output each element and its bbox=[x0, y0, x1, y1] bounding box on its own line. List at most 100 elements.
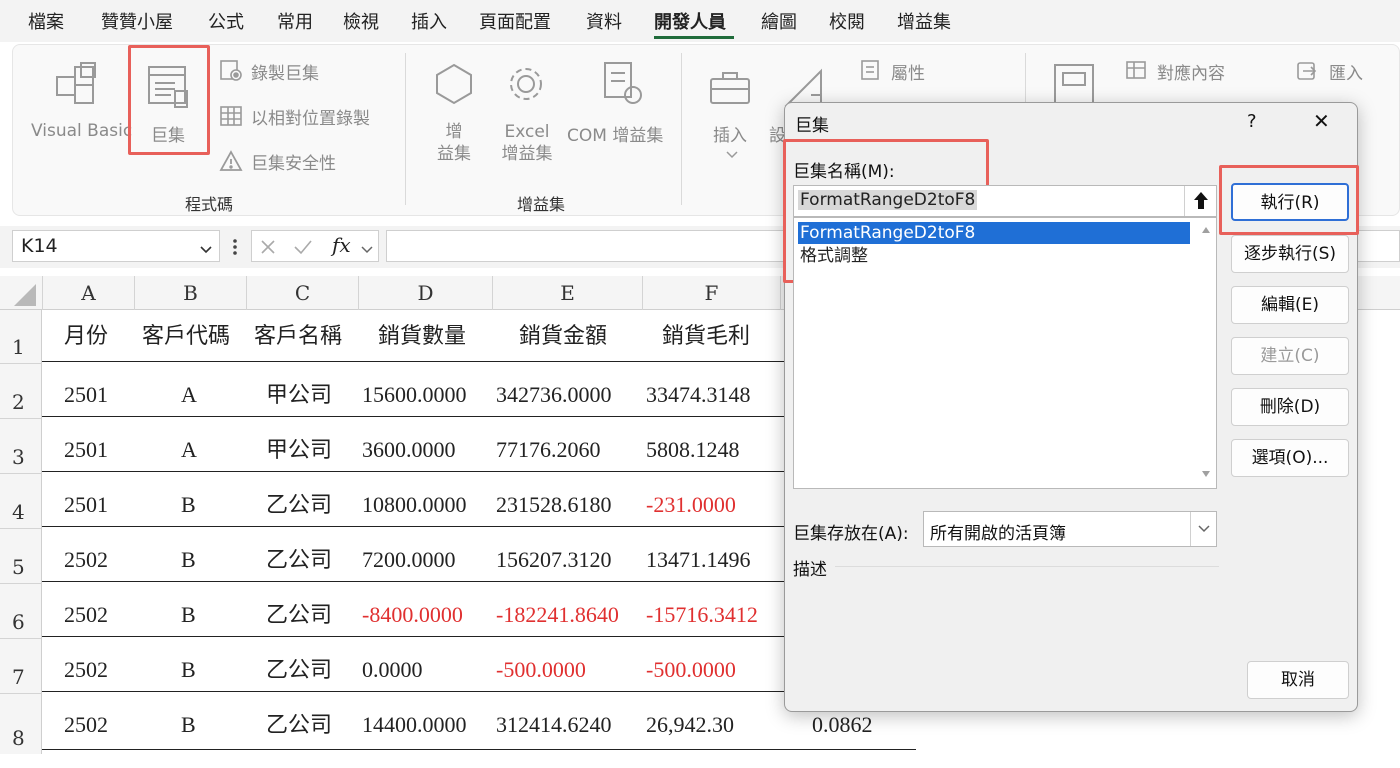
insert-control-button[interactable]: 插入 bbox=[713, 121, 747, 146]
cell-header-customer-code[interactable]: 客戶代碼 bbox=[142, 306, 230, 361]
tab-data[interactable]: 資料 bbox=[586, 8, 622, 34]
tab-zanzan[interactable]: 贊贊小屋 bbox=[101, 8, 173, 34]
table-cell[interactable]: 15600.0000 bbox=[362, 364, 467, 419]
insert-function-button[interactable]: fx bbox=[332, 233, 351, 257]
edit-button[interactable]: 編輯(E) bbox=[1231, 286, 1349, 324]
map-properties-button[interactable]: 對應內容 bbox=[1157, 59, 1225, 84]
table-cell[interactable]: 33474.3148 bbox=[646, 364, 751, 419]
addins-button[interactable]: 增 益集 bbox=[429, 121, 479, 165]
macro-name-input[interactable]: FormatRangeD2toF8 bbox=[793, 185, 1217, 217]
table-cell[interactable]: 乙公司 bbox=[266, 529, 332, 584]
tab-draw[interactable]: 繪圖 bbox=[761, 8, 797, 34]
tab-home[interactable]: 常用 bbox=[277, 8, 313, 34]
list-item[interactable]: FormatRangeD2toF8 bbox=[798, 222, 1190, 244]
import-button[interactable]: 匯入 bbox=[1329, 59, 1363, 84]
com-addins-button[interactable]: COM 增益集 bbox=[567, 121, 663, 146]
table-cell-negative[interactable]: -8400.0000 bbox=[362, 584, 463, 639]
cancel-icon[interactable] bbox=[258, 237, 278, 261]
macros-button[interactable]: 巨集 bbox=[151, 121, 185, 146]
table-cell-negative[interactable]: -500.0000 bbox=[496, 639, 586, 694]
table-cell[interactable]: 2501 bbox=[64, 419, 108, 474]
row-header-7[interactable]: 7 bbox=[0, 639, 42, 694]
record-macro-button[interactable]: 錄製巨集 bbox=[251, 59, 319, 84]
tab-developer[interactable]: 開發人員 bbox=[654, 8, 726, 34]
table-cell[interactable]: 14400.0000 bbox=[362, 694, 467, 749]
table-cell[interactable]: B bbox=[181, 529, 196, 584]
cell-header-sales-qty[interactable]: 銷貨數量 bbox=[378, 306, 466, 361]
table-cell[interactable]: B bbox=[181, 694, 196, 749]
tab-formulas[interactable]: 公式 bbox=[208, 8, 244, 34]
tab-review[interactable]: 校閱 bbox=[829, 8, 865, 34]
table-cell[interactable]: 0.0000 bbox=[362, 639, 423, 694]
arrow-up-icon[interactable] bbox=[1184, 186, 1216, 216]
table-cell[interactable]: 231528.6180 bbox=[496, 474, 612, 529]
name-box[interactable]: K14 bbox=[12, 230, 220, 262]
table-cell[interactable]: 乙公司 bbox=[266, 639, 332, 694]
run-button[interactable]: 執行(R) bbox=[1231, 183, 1349, 221]
list-item[interactable]: 格式調整 bbox=[798, 245, 1190, 267]
visual-basic-button[interactable]: Visual Basic bbox=[31, 121, 132, 141]
check-icon[interactable] bbox=[292, 237, 314, 261]
row-header-5[interactable]: 5 bbox=[0, 529, 42, 584]
list-scrollbar[interactable] bbox=[1196, 218, 1216, 488]
tab-view[interactable]: 檢視 bbox=[343, 8, 379, 34]
macros-in-select[interactable]: 所有開啟的活頁簿 bbox=[923, 511, 1217, 547]
column-header-e[interactable]: E bbox=[492, 276, 642, 310]
chevron-down-icon[interactable] bbox=[1190, 512, 1216, 546]
table-cell[interactable]: 甲公司 bbox=[266, 364, 332, 419]
table-cell[interactable]: 26,942.30 bbox=[646, 694, 734, 749]
tab-file[interactable]: 檔案 bbox=[28, 8, 64, 34]
table-cell[interactable]: 312414.6240 bbox=[496, 694, 612, 749]
chevron-down-icon[interactable] bbox=[360, 241, 374, 260]
create-button[interactable]: 建立(C) bbox=[1231, 337, 1349, 375]
table-cell[interactable]: 13471.1496 bbox=[646, 529, 751, 584]
table-cell[interactable]: 2501 bbox=[64, 364, 108, 419]
row-header-4[interactable]: 4 bbox=[0, 474, 42, 529]
cell-header-month[interactable]: 月份 bbox=[64, 306, 108, 361]
table-cell[interactable]: B bbox=[181, 639, 196, 694]
row-header-1[interactable]: 1 bbox=[0, 310, 42, 364]
table-cell[interactable]: 77176.2060 bbox=[496, 419, 601, 474]
table-cell-negative[interactable]: -231.0000 bbox=[646, 474, 736, 529]
table-cell[interactable]: B bbox=[181, 584, 196, 639]
table-cell[interactable]: 342736.0000 bbox=[496, 364, 612, 419]
table-cell[interactable]: 甲公司 bbox=[266, 419, 332, 474]
macro-security-button[interactable]: 巨集安全性 bbox=[251, 149, 336, 174]
table-cell[interactable]: 乙公司 bbox=[266, 694, 332, 749]
table-cell[interactable]: A bbox=[181, 419, 197, 474]
table-cell-negative[interactable]: -500.0000 bbox=[646, 639, 736, 694]
table-cell[interactable]: A bbox=[181, 364, 197, 419]
tab-addins[interactable]: 增益集 bbox=[897, 8, 951, 34]
table-cell[interactable]: 2501 bbox=[64, 474, 108, 529]
select-all-corner[interactable] bbox=[0, 276, 42, 310]
row-header-3[interactable]: 3 bbox=[0, 419, 42, 474]
column-header-d[interactable]: D bbox=[358, 276, 492, 310]
cell-header-gross-profit[interactable]: 銷貨毛利 bbox=[662, 306, 750, 361]
table-cell[interactable]: 2502 bbox=[64, 694, 108, 749]
chevron-down-icon[interactable] bbox=[199, 239, 213, 261]
tab-insert[interactable]: 插入 bbox=[411, 8, 447, 34]
column-header-f[interactable]: F bbox=[642, 276, 780, 310]
table-cell-negative[interactable]: -15716.3412 bbox=[646, 584, 758, 639]
step-into-button[interactable]: 逐步執行(S) bbox=[1231, 235, 1349, 273]
row-header-6[interactable]: 6 bbox=[0, 584, 42, 639]
table-cell-negative[interactable]: -182241.8640 bbox=[496, 584, 619, 639]
excel-addins-button[interactable]: Excel 增益集 bbox=[491, 121, 563, 165]
relative-reference-button[interactable]: 以相對位置錄製 bbox=[251, 104, 370, 129]
more-options-icon[interactable] bbox=[230, 236, 240, 258]
close-button[interactable]: ✕ bbox=[1313, 109, 1330, 133]
column-header-c[interactable]: C bbox=[246, 276, 358, 310]
table-cell[interactable]: 乙公司 bbox=[266, 584, 332, 639]
options-button[interactable]: 選項(O)... bbox=[1231, 439, 1349, 477]
table-cell[interactable]: 7200.0000 bbox=[362, 529, 456, 584]
cell-header-customer-name[interactable]: 客戶名稱 bbox=[254, 306, 342, 361]
table-cell[interactable]: 乙公司 bbox=[266, 474, 332, 529]
cell-header-sales-amount[interactable]: 銷貨金額 bbox=[519, 306, 607, 361]
tab-page-layout[interactable]: 頁面配置 bbox=[479, 8, 551, 34]
table-cell[interactable]: 2502 bbox=[64, 529, 108, 584]
table-cell[interactable]: 2502 bbox=[64, 584, 108, 639]
macro-list[interactable]: FormatRangeD2toF8 格式調整 bbox=[793, 217, 1217, 489]
row-header-8[interactable]: 8 bbox=[0, 694, 42, 754]
table-cell[interactable]: B bbox=[181, 474, 196, 529]
table-cell[interactable]: 10800.0000 bbox=[362, 474, 467, 529]
